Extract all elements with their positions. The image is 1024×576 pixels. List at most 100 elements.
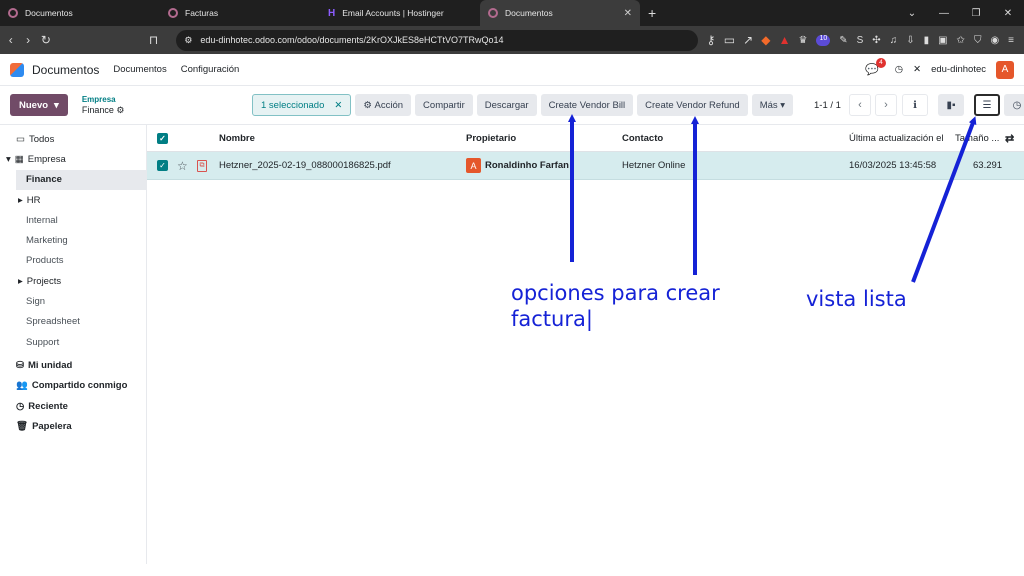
sidebar-item-my-drive[interactable]: ⛁ Mi unidad — [0, 355, 146, 375]
s-extension-icon[interactable]: S — [857, 35, 864, 46]
kanban-view-icon[interactable]: ▮▪ — [938, 94, 964, 116]
puzzle-icon[interactable]: ✣ — [872, 35, 880, 46]
gear-icon[interactable]: ⚙ — [116, 105, 124, 115]
selected-count-label: 1 seleccionado — [261, 99, 325, 111]
column-name[interactable]: Nombre — [219, 133, 255, 144]
sidebar-item-sign[interactable]: Sign — [0, 291, 146, 311]
sidebar-item-marketing[interactable]: Marketing — [0, 230, 146, 250]
odoo-navbar: Documentos Documentos Configuración 💬 4 ◷… — [0, 54, 1024, 86]
list-view-icon[interactable]: ☰ — [974, 94, 1000, 116]
breadcrumb-parent[interactable]: Empresa — [82, 94, 125, 105]
document-name: Hetzner_2025-02-19_088000186825.pdf — [219, 160, 391, 171]
annotation-line-1: opciones para crear — [511, 281, 720, 305]
back-icon[interactable]: ‹ — [6, 33, 15, 47]
bookmark-icon[interactable]: ⊓ — [149, 33, 158, 47]
sidebar-item-products[interactable]: Products — [0, 251, 146, 271]
row-checkbox[interactable]: ✓ — [157, 160, 168, 171]
brave-rewards-icon[interactable]: ▲ — [779, 33, 791, 47]
optional-columns-icon[interactable]: ⇄ — [1005, 132, 1014, 145]
chat-icon[interactable]: 💬 4 — [865, 58, 886, 76]
activity-clock-icon[interactable]: ◷ — [895, 64, 903, 75]
select-all-checkbox[interactable]: ✓ — [157, 132, 168, 144]
sidebar-item-projects[interactable]: ▸ Projects — [0, 271, 146, 291]
browser-tab-1[interactable]: Documentos — [0, 0, 160, 26]
star-icon[interactable]: ✩ — [957, 35, 965, 46]
extension-icon[interactable]: ♛ — [798, 35, 807, 46]
sidebar-item-label: Compartido conmigo — [31, 380, 128, 392]
url-field[interactable]: ⚙ edu-dinhotec.odoo.com/odoo/documents/2… — [176, 29, 699, 51]
menu-documents[interactable]: Documentos — [113, 64, 166, 75]
pager-value[interactable]: 1-1 / 1 — [814, 100, 841, 111]
close-tab-icon[interactable]: ✕ — [624, 8, 632, 19]
key-icon[interactable]: ⚷ — [706, 33, 716, 47]
tab-label: Facturas — [185, 8, 219, 18]
sidebar-item-spreadsheet[interactable]: Spreadsheet — [0, 312, 146, 332]
maximize-icon[interactable]: ❐ — [960, 8, 992, 19]
close-window-icon[interactable]: ✕ — [992, 8, 1024, 19]
caret-down-icon: ▾ — [780, 99, 786, 111]
wallet-icon[interactable]: ▣ — [938, 35, 947, 46]
app-name[interactable]: Documentos — [32, 63, 99, 77]
music-icon[interactable]: ♫ — [890, 35, 898, 46]
menu-configuration[interactable]: Configuración — [181, 64, 240, 75]
column-owner[interactable]: Propietario — [466, 133, 516, 144]
menu-icon[interactable]: ≡ — [1008, 35, 1014, 46]
download-button[interactable]: Descargar — [476, 94, 537, 116]
sidebar-item-company[interactable]: ▾ ▦ Empresa — [0, 149, 146, 169]
prev-page-icon[interactable]: ‹ — [848, 94, 871, 116]
pen-icon[interactable]: ✎ — [839, 35, 847, 46]
documents-app-logo-icon[interactable] — [10, 62, 24, 77]
breadcrumb-current: Finance — [81, 105, 114, 115]
share-button[interactable]: Compartir — [415, 94, 473, 116]
clear-selection-icon[interactable]: ✕ — [334, 100, 342, 111]
cast-icon[interactable]: ▭ — [724, 33, 735, 47]
avatar[interactable]: A — [996, 60, 1014, 79]
create-vendor-refund-button[interactable]: Create Vendor Refund — [637, 94, 748, 116]
gear-icon: ⚙ — [363, 99, 372, 111]
sidebar-item-recent[interactable]: ◷ Reciente — [0, 396, 146, 416]
sidebar-item-label: Reciente — [28, 400, 68, 412]
vpn-icon[interactable]: ⛉ — [974, 35, 982, 46]
more-button[interactable]: Más ▾ — [751, 94, 794, 116]
sidebar-item-shared[interactable]: 👥 Compartido conmigo — [0, 376, 146, 396]
new-tab-icon[interactable]: + — [648, 5, 656, 21]
forward-icon[interactable]: › — [23, 33, 32, 47]
column-updated[interactable]: Última actualización el — [849, 133, 944, 144]
column-size[interactable]: Tamaño ... — [953, 132, 1000, 144]
create-vendor-bill-button[interactable]: Create Vendor Bill — [540, 94, 634, 116]
activity-view-icon[interactable]: ◷ — [1004, 94, 1024, 116]
browser-tab-2[interactable]: Facturas — [160, 0, 320, 26]
browser-tab-3[interactable]: H Email Accounts | Hostinger — [320, 0, 480, 26]
minimize-icon[interactable]: — — [928, 8, 960, 19]
site-info-icon[interactable]: ⚙ — [184, 35, 192, 46]
sidebar-item-hr[interactable]: ▸ HR — [0, 190, 146, 210]
tools-icon[interactable]: ✕ — [913, 64, 921, 75]
action-button[interactable]: ⚙ Acción — [355, 94, 412, 116]
share-icon[interactable]: ↗ — [743, 33, 753, 47]
sidebar-icon[interactable]: ▮ — [924, 35, 930, 46]
table-row[interactable]: ✓ ☆ ⧉ Hetzner_2025-02-19_088000186825.pd… — [147, 152, 1024, 180]
browser-tab-4[interactable]: Documentos ✕ — [480, 0, 640, 26]
brave-shield-icon[interactable]: ◆ — [761, 33, 770, 47]
sidebar-item-internal[interactable]: Internal — [0, 210, 146, 230]
download-icon[interactable]: ⇩ — [906, 35, 914, 46]
navbar-right: 💬 4 ◷ ✕ edu-dinhotec A — [865, 58, 1014, 79]
tab-list-icon[interactable]: ⌄ — [896, 8, 928, 19]
odoo-tab-icon — [8, 8, 18, 18]
company-name[interactable]: edu-dinhotec — [931, 64, 986, 75]
sidebar-item-support[interactable]: Support — [0, 332, 146, 352]
extension-badge[interactable]: 10 — [816, 34, 831, 46]
sidebar-item-all[interactable]: ▭ Todos — [0, 129, 146, 149]
sidebar-item-finance[interactable]: Finance — [16, 169, 146, 190]
caret-right-icon: ▸ — [18, 194, 23, 206]
star-icon[interactable]: ☆ — [177, 159, 188, 173]
sidebar-item-trash[interactable]: 🗑 Papelera — [0, 416, 146, 436]
next-page-icon[interactable]: › — [874, 94, 897, 116]
leo-icon[interactable]: ◉ — [990, 35, 999, 46]
new-button[interactable]: Nuevo ▾ — [10, 94, 68, 116]
annotation-line-2: factura| — [511, 307, 593, 331]
info-icon[interactable]: ℹ — [902, 94, 928, 116]
reload-icon[interactable]: ↻ — [41, 33, 51, 47]
column-contact[interactable]: Contacto — [622, 133, 663, 144]
hostinger-tab-icon: H — [328, 7, 336, 19]
